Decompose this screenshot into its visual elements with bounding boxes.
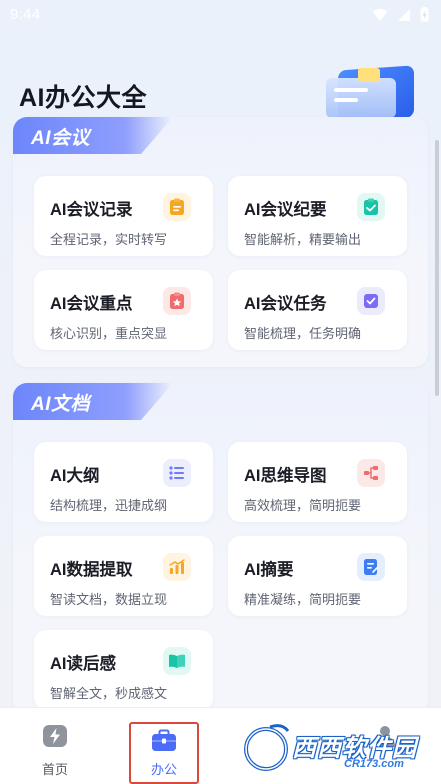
watermark-url: CR173.com bbox=[344, 758, 404, 770]
wifi-icon bbox=[372, 8, 388, 21]
section-title: AI会议 bbox=[31, 128, 91, 149]
tool-subtitle: 结构梳理，迅捷成纲 bbox=[50, 498, 168, 513]
nav-item-office[interactable]: 办公 bbox=[129, 722, 199, 784]
tool-subtitle: 智能解析，精要输出 bbox=[244, 232, 362, 247]
summary-doc-icon bbox=[357, 553, 385, 581]
tool-subtitle: 高效梳理，简明扼要 bbox=[244, 498, 362, 513]
clipboard-icon bbox=[163, 193, 191, 221]
highlight-icon bbox=[163, 287, 191, 315]
watermark-logo: 西西软件园 CR173.com bbox=[240, 723, 436, 777]
tool-card-meeting-tasks[interactable]: AI会议任务 智能梳理，任务明确 bbox=[228, 270, 407, 350]
section-title: AI文档 bbox=[31, 394, 91, 415]
status-icons bbox=[372, 7, 429, 22]
status-bar: 9:44 bbox=[0, 0, 441, 30]
tool-subtitle: 核心识别，重点突显 bbox=[50, 326, 168, 341]
nav-item-home[interactable]: 首页 bbox=[20, 708, 90, 784]
tool-card-meeting-highlights[interactable]: AI会议重点 核心识别，重点突显 bbox=[34, 270, 213, 350]
nav-label: 首页 bbox=[41, 762, 68, 777]
tool-title: AI会议任务 bbox=[244, 295, 327, 313]
battery-icon bbox=[420, 7, 429, 22]
tool-title: AI摘要 bbox=[244, 561, 294, 579]
outline-list-icon bbox=[163, 459, 191, 487]
scrollbar[interactable] bbox=[435, 140, 439, 396]
tool-subtitle: 全程记录，实时转写 bbox=[50, 232, 168, 247]
tool-title: AI会议重点 bbox=[50, 295, 133, 313]
tool-card-summary[interactable]: AI摘要 精准凝练，简明扼要 bbox=[228, 536, 407, 616]
status-time: 9:44 bbox=[10, 6, 41, 23]
page-title: AI办公大全 bbox=[19, 84, 148, 112]
tool-card-meeting-minutes[interactable]: AI会议纪要 智能解析，精要输出 bbox=[228, 176, 407, 256]
tool-title: AI大纲 bbox=[50, 467, 100, 485]
tool-subtitle: 智能梳理，任务明确 bbox=[244, 326, 362, 341]
tool-card-mindmap[interactable]: AI思维导图 高效梳理，简明扼要 bbox=[228, 442, 407, 522]
signal-icon bbox=[398, 8, 410, 21]
tool-card-meeting-record[interactable]: AI会议记录 全程记录，实时转写 bbox=[34, 176, 213, 256]
bar-chart-icon bbox=[163, 553, 191, 581]
tool-card-data-extract[interactable]: AI数据提取 智读文档，数据立现 bbox=[34, 536, 213, 616]
tool-title: AI会议纪要 bbox=[244, 201, 327, 219]
tool-subtitle: 精准凝练，简明扼要 bbox=[244, 592, 362, 607]
tool-title: AI思维导图 bbox=[244, 467, 327, 485]
tool-title: AI数据提取 bbox=[50, 561, 133, 579]
nav-label: 办公 bbox=[150, 762, 177, 777]
tool-title: AI读后感 bbox=[50, 655, 116, 673]
watermark-emblem-icon bbox=[244, 724, 290, 771]
tool-subtitle: 智读文档，数据立现 bbox=[50, 592, 168, 607]
section-ai-meeting: AI会议 AI会议记录 全程记录，实时转写 AI会议纪要 智能解析，精要输出 A… bbox=[13, 117, 428, 367]
tool-title: AI会议记录 bbox=[50, 201, 133, 219]
mindmap-icon bbox=[357, 459, 385, 487]
checklist-icon bbox=[357, 193, 385, 221]
lightning-icon bbox=[43, 725, 67, 747]
open-book-icon bbox=[163, 647, 191, 675]
section-ai-document: AI文档 AI大纲 结构梳理，迅捷成纲 AI思维导图 高效梳理，简明扼要 AI数… bbox=[13, 383, 428, 713]
tool-card-outline[interactable]: AI大纲 结构梳理，迅捷成纲 bbox=[34, 442, 213, 522]
tool-subtitle: 智解全文，秒成感文 bbox=[50, 686, 168, 701]
briefcase-icon bbox=[152, 729, 176, 751]
task-check-icon bbox=[357, 287, 385, 315]
tool-card-reading-notes[interactable]: AI读后感 智解全文，秒成感文 bbox=[34, 630, 213, 710]
